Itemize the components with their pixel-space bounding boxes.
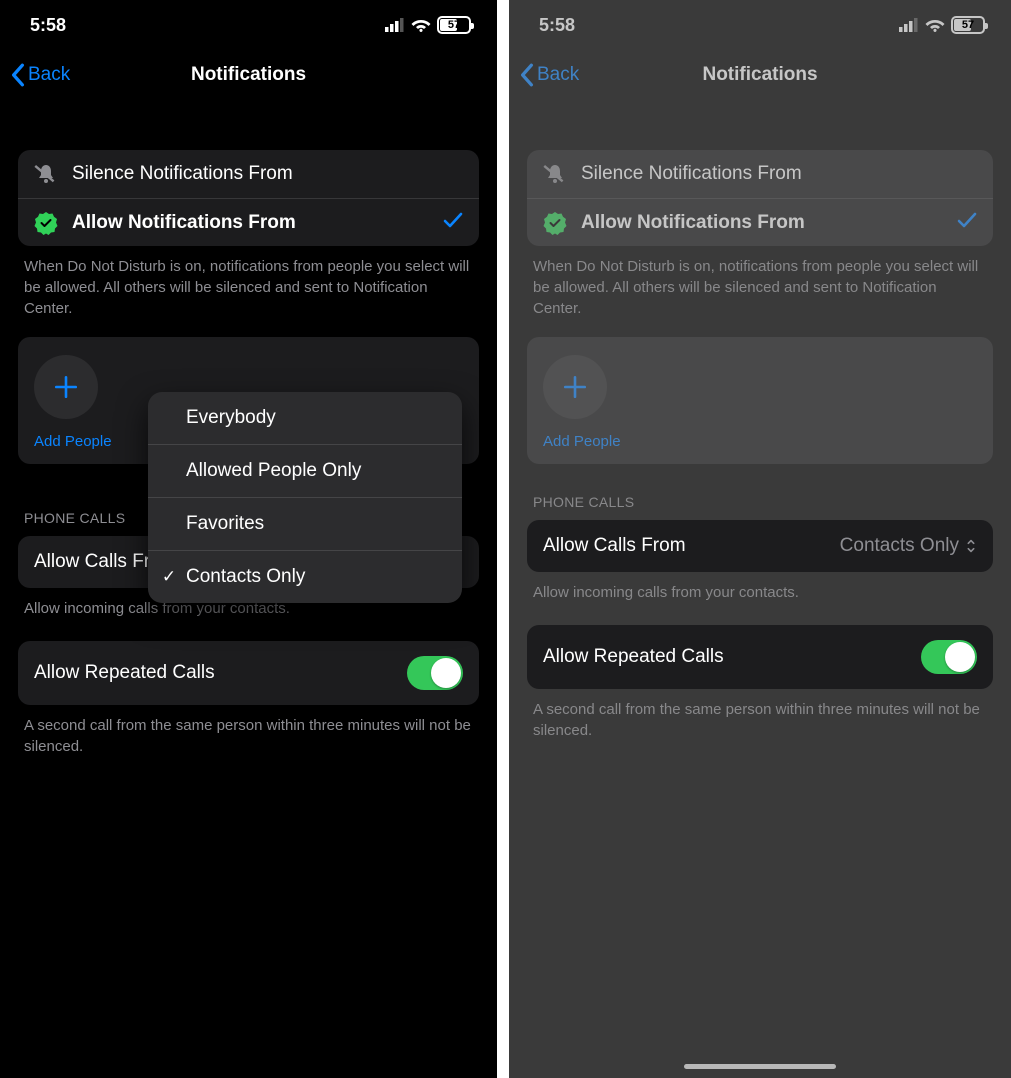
status-bar: 5:58 57 xyxy=(509,0,1011,50)
phone-calls-header: PHONE CALLS xyxy=(527,494,993,510)
verified-badge-icon xyxy=(543,211,567,235)
popover-option-contacts[interactable]: ✓Contacts Only xyxy=(148,550,462,603)
repeated-calls-row: Allow Repeated Calls xyxy=(18,641,479,705)
popover-option-favorites[interactable]: Favorites xyxy=(148,497,462,550)
checkmark-icon: ✓ xyxy=(158,567,180,587)
back-button[interactable]: Back xyxy=(10,63,70,87)
people-card: Add People xyxy=(527,337,993,464)
battery-icon: 57 xyxy=(951,16,985,34)
add-people-button[interactable] xyxy=(34,355,98,419)
wifi-icon xyxy=(925,18,945,32)
plus-icon xyxy=(53,374,79,400)
back-button[interactable]: Back xyxy=(519,63,579,87)
allow-row[interactable]: Allow Notifications From xyxy=(18,198,479,246)
back-label: Back xyxy=(537,64,579,86)
silence-row[interactable]: Silence Notifications From xyxy=(527,150,993,198)
status-icons: 57 xyxy=(385,16,471,34)
bell-slash-icon xyxy=(34,162,58,186)
allow-calls-row[interactable]: Allow Calls From Contacts Only xyxy=(527,520,993,572)
status-icons: 57 xyxy=(899,16,985,34)
allow-calls-label: Allow Calls From xyxy=(543,535,686,557)
repeated-calls-label: Allow Repeated Calls xyxy=(543,646,724,668)
repeated-calls-toggle[interactable] xyxy=(921,640,977,674)
wifi-icon xyxy=(411,18,431,32)
checkmark-icon xyxy=(443,211,463,234)
verified-badge-icon xyxy=(34,211,58,235)
battery-level: 57 xyxy=(448,19,460,31)
page-title: Notifications xyxy=(0,64,497,86)
nav-bar: Back Notifications xyxy=(509,50,1011,100)
popover-option-everybody[interactable]: Everybody xyxy=(148,392,462,444)
mode-footer: When Do Not Disturb is on, notifications… xyxy=(527,246,993,319)
status-time: 5:58 xyxy=(539,15,575,36)
up-down-chevron-icon xyxy=(965,537,977,555)
allow-label: Allow Notifications From xyxy=(581,212,805,234)
silence-row[interactable]: Silence Notifications From xyxy=(18,150,479,198)
battery-level: 57 xyxy=(962,19,974,31)
chevron-left-icon xyxy=(519,63,535,87)
popover-option-allowed[interactable]: Allowed People Only xyxy=(148,444,462,497)
allow-label: Allow Notifications From xyxy=(72,212,296,234)
nav-bar: Back Notifications xyxy=(0,50,497,100)
cellular-icon xyxy=(385,18,405,32)
home-indicator xyxy=(684,1064,836,1069)
back-label: Back xyxy=(28,64,70,86)
status-time: 5:58 xyxy=(30,15,66,36)
repeated-calls-label: Allow Repeated Calls xyxy=(34,662,215,684)
mode-footer: When Do Not Disturb is on, notifications… xyxy=(18,246,479,319)
silence-label: Silence Notifications From xyxy=(581,163,802,185)
silence-label: Silence Notifications From xyxy=(72,163,293,185)
allow-calls-footer: Allow incoming calls from your contacts. xyxy=(527,572,993,603)
phone-screenshot-left: 5:58 57 Back Notifications Silence Notif… xyxy=(0,0,497,1078)
mode-group: Silence Notifications From Allow Notific… xyxy=(527,150,993,246)
chevron-left-icon xyxy=(10,63,26,87)
add-people-button[interactable] xyxy=(543,355,607,419)
mode-group: Silence Notifications From Allow Notific… xyxy=(18,150,479,246)
add-people-label: Add People xyxy=(543,433,977,450)
plus-icon xyxy=(562,374,588,400)
status-bar: 5:58 57 xyxy=(0,0,497,50)
cellular-icon xyxy=(899,18,919,32)
repeated-calls-footer: A second call from the same person withi… xyxy=(18,705,479,757)
repeated-calls-footer: A second call from the same person withi… xyxy=(527,689,993,741)
allow-calls-value: Contacts Only xyxy=(840,535,959,557)
allow-row[interactable]: Allow Notifications From xyxy=(527,198,993,246)
phone-screenshot-right: 5:58 57 Back Notifications Silence Notif… xyxy=(497,0,1011,1078)
page-title: Notifications xyxy=(509,64,1011,86)
calls-popover: Everybody Allowed People Only Favorites … xyxy=(148,392,462,603)
checkmark-icon xyxy=(957,211,977,234)
bell-slash-icon xyxy=(543,162,567,186)
battery-icon: 57 xyxy=(437,16,471,34)
repeated-calls-toggle[interactable] xyxy=(407,656,463,690)
repeated-calls-row: Allow Repeated Calls xyxy=(527,625,993,689)
